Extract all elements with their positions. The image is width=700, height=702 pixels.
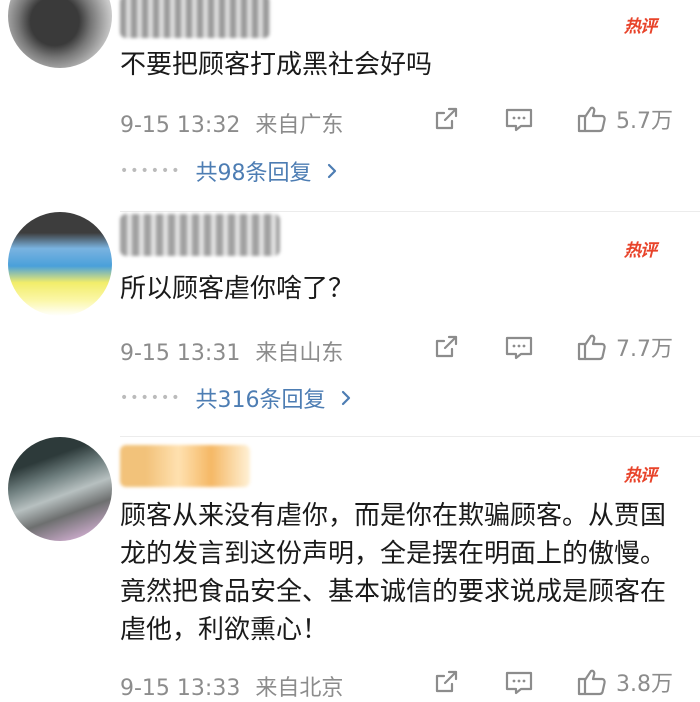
comment-button[interactable] — [504, 106, 534, 134]
comment-text: 不要把顾客打成黑社会好吗 — [120, 50, 433, 80]
like-button[interactable]: 5.7万 — [576, 103, 673, 135]
comment-button[interactable] — [504, 334, 534, 362]
comment-location: 来自山东 — [255, 341, 344, 366]
like-button[interactable]: 3.8万 — [576, 666, 673, 698]
comment-icon — [505, 108, 533, 132]
like-count: 7.7万 — [616, 337, 673, 362]
comment-text: 所以顾客虐你啥了？ — [120, 274, 355, 304]
comment-date: 9-15 13:31 — [120, 341, 241, 366]
avatar[interactable] — [8, 437, 112, 541]
comment-meta: 9-15 13:33 来自北京 — [120, 670, 343, 702]
comment-text: 顾客从来没有虐你，而是你在欺骗顾客。从贾国龙的发言到这份声明，全是摆在明面上的傲… — [120, 501, 667, 645]
dots-decoration: •••••• — [120, 390, 182, 406]
share-button[interactable] — [432, 333, 460, 361]
comment-item: 热评 顾客从来没有虐你，而是你在欺骗顾客。从贾国龙的发言到这份声明，全是摆在明面… — [0, 437, 700, 702]
share-icon — [435, 335, 458, 358]
thumbs-up-icon — [577, 669, 606, 696]
reply-count: 共316条回复 — [195, 388, 326, 413]
comment-icon — [505, 336, 533, 360]
comment-location: 来自广东 — [255, 113, 344, 138]
reply-count: 共98条回复 — [195, 161, 312, 186]
comment-location: 来自北京 — [255, 676, 344, 701]
share-button[interactable] — [432, 668, 460, 696]
comment-item: 热评 所以顾客虐你啥了？ 9-15 13:31 来自山东 7.7万 ••••••… — [0, 212, 700, 436]
like-button[interactable]: 7.7万 — [576, 331, 673, 363]
hot-comment-badge: 热评 — [624, 17, 657, 37]
nickname-blurred[interactable] — [120, 0, 270, 38]
hot-comment-badge: 热评 — [624, 241, 657, 261]
share-button[interactable] — [432, 105, 460, 133]
share-icon — [435, 107, 458, 130]
comment-meta: 9-15 13:31 来自山东 — [120, 335, 343, 367]
avatar[interactable] — [8, 0, 112, 68]
comment-date: 9-15 13:33 — [120, 676, 241, 701]
view-replies-link[interactable]: •••••• 共98条回复 — [120, 155, 338, 187]
comment-button[interactable] — [504, 669, 534, 697]
view-replies-link[interactable]: •••••• 共316条回复 — [120, 382, 352, 414]
chevron-right-icon — [327, 163, 336, 179]
share-icon — [435, 670, 458, 693]
nickname-blurred[interactable] — [120, 445, 250, 487]
comment-item: 热评 不要把顾客打成黑社会好吗 9-15 13:32 来自广东 5.7万 •••… — [0, 0, 700, 212]
nickname-blurred[interactable] — [120, 214, 280, 256]
thumbs-up-icon — [577, 106, 606, 133]
hot-comment-badge: 热评 — [624, 466, 657, 486]
thumbs-up-icon — [577, 334, 606, 361]
like-count: 5.7万 — [616, 109, 673, 134]
comment-icon — [505, 671, 533, 695]
comment-meta: 9-15 13:32 来自广东 — [120, 107, 343, 139]
like-count: 3.8万 — [616, 672, 673, 697]
dots-decoration: •••••• — [120, 163, 182, 179]
avatar[interactable] — [8, 212, 112, 316]
chevron-right-icon — [341, 390, 350, 406]
comment-date: 9-15 13:32 — [120, 113, 241, 138]
